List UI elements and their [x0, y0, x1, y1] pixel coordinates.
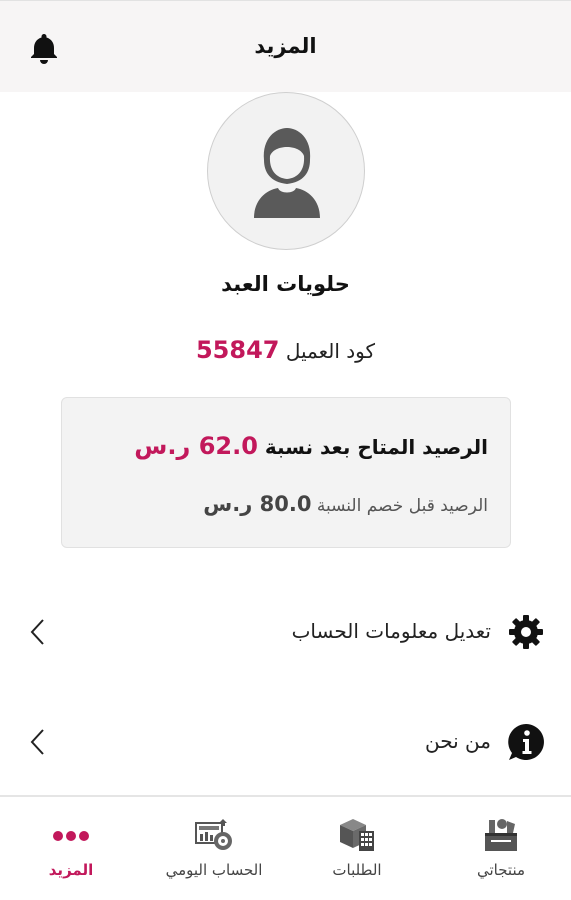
customer-code-value: 55847 [195, 336, 280, 364]
balance-before-value: 80.0 ر.س [203, 492, 312, 516]
available-balance-row: الرصيد المتاح بعد نسبة 62.0 ر.س [134, 432, 488, 460]
page-title: المزيد [254, 34, 317, 58]
gear-icon [509, 615, 543, 649]
nav-item-daily-account[interactable]: الحساب اليومي [143, 797, 285, 900]
daily-account-icon [195, 819, 232, 850]
balance-before-row: الرصيد قبل خصم النسبة 80.0 ر.س [203, 492, 488, 516]
customer-name: حلويات العبد [221, 272, 350, 296]
customer-code-label: كود العميل [285, 339, 376, 363]
menu-item-label: من نحن [425, 729, 491, 753]
nav-item-products[interactable]: منتجاتي [430, 797, 571, 900]
nav-item-more[interactable]: المزيد [0, 797, 142, 900]
products-icon [485, 819, 517, 851]
chevron-left-icon [30, 619, 44, 645]
bottom-nav: منتجاتي الطلبات الحساب اليومي المزيد [0, 795, 571, 900]
menu-item-edit-account[interactable]: تعديل معلومات الحساب [0, 595, 571, 669]
nav-item-orders[interactable]: الطلبات [286, 797, 428, 900]
available-balance-label: الرصيد المتاح بعد نسبة [264, 435, 488, 459]
balance-card: الرصيد المتاح بعد نسبة 62.0 ر.س الرصيد ق… [61, 397, 511, 548]
nav-label: الحساب اليومي [165, 861, 263, 879]
menu-item-label: تعديل معلومات الحساب [291, 619, 491, 643]
nav-label: منتجاتي [476, 861, 526, 879]
nav-label: المزيد [48, 861, 94, 879]
orders-icon [340, 819, 374, 851]
app-header: المزيد [0, 0, 571, 92]
more-dots-icon [53, 831, 89, 841]
bell-icon[interactable] [27, 31, 61, 65]
info-icon [508, 724, 544, 760]
menu-item-about-us[interactable]: من نحن [0, 705, 571, 779]
balance-before-label: الرصيد قبل خصم النسبة [316, 496, 488, 516]
nav-label: الطلبات [332, 861, 382, 879]
customer-code-row: كود العميل 55847 [0, 336, 571, 364]
available-balance-value: 62.0 ر.س [134, 432, 258, 460]
user-avatar-icon [254, 128, 320, 218]
chevron-left-icon [30, 729, 44, 755]
avatar [207, 92, 365, 250]
